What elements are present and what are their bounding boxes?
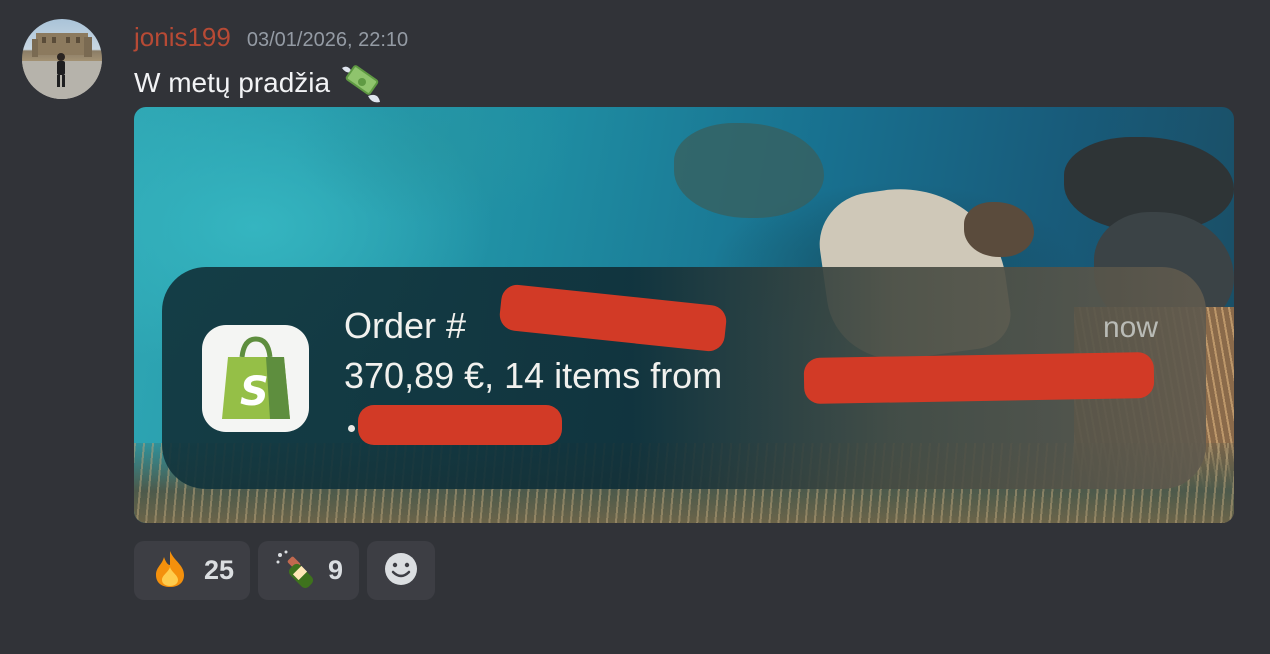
message-content: W metų pradžia — [134, 62, 384, 104]
username[interactable]: jonis199 — [134, 22, 231, 53]
smiley-add-reaction-icon — [383, 551, 419, 591]
champagne-bottle-icon — [274, 549, 314, 593]
message-text: W metų pradžia — [134, 67, 331, 98]
shopify-bag-icon: S — [202, 325, 309, 432]
redaction-mark — [498, 283, 728, 353]
reaction-bar: 25 9 — [134, 541, 436, 600]
image-attachment[interactable]: S Order # now 370,89 €, 14 items from — [134, 107, 1234, 523]
reaction-fire[interactable]: 25 — [134, 541, 251, 600]
reaction-champagne[interactable]: 9 — [258, 541, 360, 600]
notification-time: now — [1102, 311, 1158, 344]
add-reaction-button[interactable] — [367, 541, 436, 600]
notification-dot — [348, 425, 355, 432]
avatar-photo — [22, 33, 102, 99]
reaction-count: 25 — [204, 555, 235, 585]
timestamp[interactable]: 03/01/2026, 22:10 — [247, 29, 408, 52]
chat-message: jonis199 03/01/2026, 22:10 W metų pradži… — [0, 0, 1270, 654]
message-header: jonis199 03/01/2026, 22:10 — [134, 22, 408, 53]
redaction-mark — [803, 351, 1155, 405]
background-rock — [964, 202, 1034, 257]
notification-body: 370,89 €, 14 items from — [344, 355, 723, 396]
reaction-count: 9 — [328, 555, 344, 585]
fire-icon — [150, 549, 190, 593]
avatar[interactable] — [22, 19, 102, 99]
svg-text:S: S — [240, 369, 269, 415]
background-rock — [674, 123, 824, 218]
notification-title: Order # — [344, 305, 467, 346]
redaction-mark — [358, 405, 562, 445]
order-notification: S Order # now 370,89 €, 14 items from — [162, 267, 1206, 489]
money-with-wings-icon — [338, 62, 384, 104]
